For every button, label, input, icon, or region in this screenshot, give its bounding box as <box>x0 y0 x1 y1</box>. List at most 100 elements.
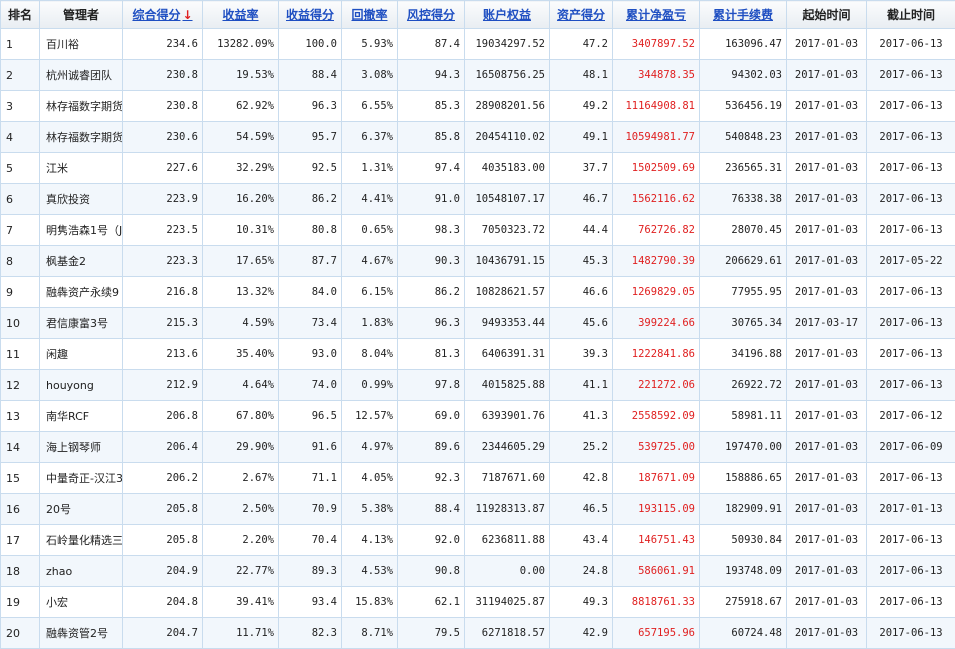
cell-equity: 6236811.88 <box>465 525 550 556</box>
cell-start: 2017-01-03 <box>787 401 867 432</box>
cell-return-score: 80.8 <box>279 215 342 246</box>
cell-rank: 7 <box>1 215 40 246</box>
cell-end: 2017-06-13 <box>867 277 955 308</box>
cell-score: 204.9 <box>123 556 203 587</box>
cell-start: 2017-01-03 <box>787 122 867 153</box>
cell-end: 2017-05-22 <box>867 246 955 277</box>
cell-return-score: 71.1 <box>279 463 342 494</box>
cell-risk-score: 90.8 <box>398 556 465 587</box>
cell-asset-score: 44.4 <box>550 215 613 246</box>
column-header-label: 风控得分 <box>407 8 455 22</box>
cell-manager: 百川裕 <box>40 29 123 60</box>
cell-end: 2017-06-13 <box>867 122 955 153</box>
cell-fees: 76338.38 <box>700 184 787 215</box>
cell-fees: 58981.11 <box>700 401 787 432</box>
cell-score: 230.8 <box>123 91 203 122</box>
table-row: 1620号205.82.50%70.95.38%88.411928313.874… <box>1 494 955 525</box>
cell-return-score: 88.4 <box>279 60 342 91</box>
cell-manager: 真欣投资 <box>40 184 123 215</box>
cell-asset-score: 25.2 <box>550 432 613 463</box>
cell-equity: 6393901.76 <box>465 401 550 432</box>
cell-manager: 枫基金2 <box>40 246 123 277</box>
cell-asset-score: 41.3 <box>550 401 613 432</box>
cell-equity: 7187671.60 <box>465 463 550 494</box>
header-row: 排名管理者综合得分↓收益率收益得分回撤率风控得分账户权益资产得分 累计净盈亏累计手… <box>1 1 955 29</box>
column-header-score[interactable]: 综合得分↓ <box>123 1 203 29</box>
cell-end: 2017-06-13 <box>867 153 955 184</box>
cell-rank: 14 <box>1 432 40 463</box>
cell-end: 2017-01-13 <box>867 494 955 525</box>
column-header-rank: 排名 <box>1 1 40 29</box>
cell-fees: 50930.84 <box>700 525 787 556</box>
table-row: 2杭州诚睿团队230.819.53%88.43.08%94.316508756.… <box>1 60 955 91</box>
cell-equity: 11928313.87 <box>465 494 550 525</box>
table-row: 13南华RCF206.867.80%96.512.57%69.06393901.… <box>1 401 955 432</box>
cell-return-rate: 54.59% <box>203 122 279 153</box>
cell-risk-score: 88.4 <box>398 494 465 525</box>
cell-asset-score: 46.5 <box>550 494 613 525</box>
column-header-label: 资产得分 <box>557 8 605 22</box>
cell-risk-score: 97.8 <box>398 370 465 401</box>
cell-start: 2017-01-03 <box>787 525 867 556</box>
cell-return-rate: 2.67% <box>203 463 279 494</box>
cell-asset-score: 47.2 <box>550 29 613 60</box>
cell-manager: 小宏 <box>40 587 123 618</box>
column-header-asset-score[interactable]: 资产得分 <box>550 1 613 29</box>
cell-score: 223.9 <box>123 184 203 215</box>
ranking-table: 排名管理者综合得分↓收益率收益得分回撤率风控得分账户权益资产得分 累计净盈亏累计手… <box>0 0 955 649</box>
cell-drawdown: 12.57% <box>342 401 398 432</box>
cell-asset-score: 37.7 <box>550 153 613 184</box>
cell-equity: 9493353.44 <box>465 308 550 339</box>
column-header-drawdown[interactable]: 回撤率 <box>342 1 398 29</box>
cell-manager: 江米 <box>40 153 123 184</box>
column-header-label: 排名 <box>8 8 32 22</box>
cell-equity: 2344605.29 <box>465 432 550 463</box>
cell-net-profit: 1269829.05 <box>613 277 700 308</box>
column-header-label: 收益得分 <box>286 8 334 22</box>
cell-risk-score: 96.3 <box>398 308 465 339</box>
table-row: 8枫基金2223.317.65%87.74.67%90.310436791.15… <box>1 246 955 277</box>
cell-return-rate: 16.20% <box>203 184 279 215</box>
cell-return-rate: 13282.09% <box>203 29 279 60</box>
cell-return-score: 74.0 <box>279 370 342 401</box>
cell-asset-score: 46.6 <box>550 277 613 308</box>
column-header-risk-score[interactable]: 风控得分 <box>398 1 465 29</box>
cell-net-profit: 1502509.69 <box>613 153 700 184</box>
cell-return-rate: 10.31% <box>203 215 279 246</box>
cell-net-profit: 11164908.81 <box>613 91 700 122</box>
cell-drawdown: 0.99% <box>342 370 398 401</box>
cell-equity: 19034297.52 <box>465 29 550 60</box>
cell-net-profit: 146751.43 <box>613 525 700 556</box>
cell-return-score: 89.3 <box>279 556 342 587</box>
cell-return-rate: 29.90% <box>203 432 279 463</box>
cell-net-profit: 8818761.33 <box>613 587 700 618</box>
cell-rank: 6 <box>1 184 40 215</box>
cell-return-score: 91.6 <box>279 432 342 463</box>
cell-start: 2017-03-17 <box>787 308 867 339</box>
cell-rank: 3 <box>1 91 40 122</box>
cell-score: 212.9 <box>123 370 203 401</box>
cell-start: 2017-01-03 <box>787 91 867 122</box>
cell-score: 215.3 <box>123 308 203 339</box>
table-row: 4林存福数字期货230.654.59%95.76.37%85.820454110… <box>1 122 955 153</box>
cell-equity: 10828621.57 <box>465 277 550 308</box>
cell-end: 2017-06-13 <box>867 463 955 494</box>
cell-rank: 5 <box>1 153 40 184</box>
table-row: 14海上钢琴师206.429.90%91.64.97%89.62344605.2… <box>1 432 955 463</box>
column-header-fees[interactable]: 累计手续费 <box>700 1 787 29</box>
column-header-net-profit[interactable]: 累计净盈亏 <box>613 1 700 29</box>
cell-risk-score: 94.3 <box>398 60 465 91</box>
cell-rank: 9 <box>1 277 40 308</box>
cell-net-profit: 10594981.77 <box>613 122 700 153</box>
cell-return-rate: 2.20% <box>203 525 279 556</box>
cell-risk-score: 87.4 <box>398 29 465 60</box>
column-header-equity[interactable]: 账户权益 <box>465 1 550 29</box>
column-header-return-score[interactable]: 收益得分 <box>279 1 342 29</box>
cell-drawdown: 4.13% <box>342 525 398 556</box>
column-header-label: 累计净盈亏 <box>626 8 686 22</box>
cell-net-profit: 221272.06 <box>613 370 700 401</box>
column-header-manager: 管理者 <box>40 1 123 29</box>
cell-manager: 融犇资产永续9 <box>40 277 123 308</box>
cell-score: 213.6 <box>123 339 203 370</box>
column-header-return-rate[interactable]: 收益率 <box>203 1 279 29</box>
